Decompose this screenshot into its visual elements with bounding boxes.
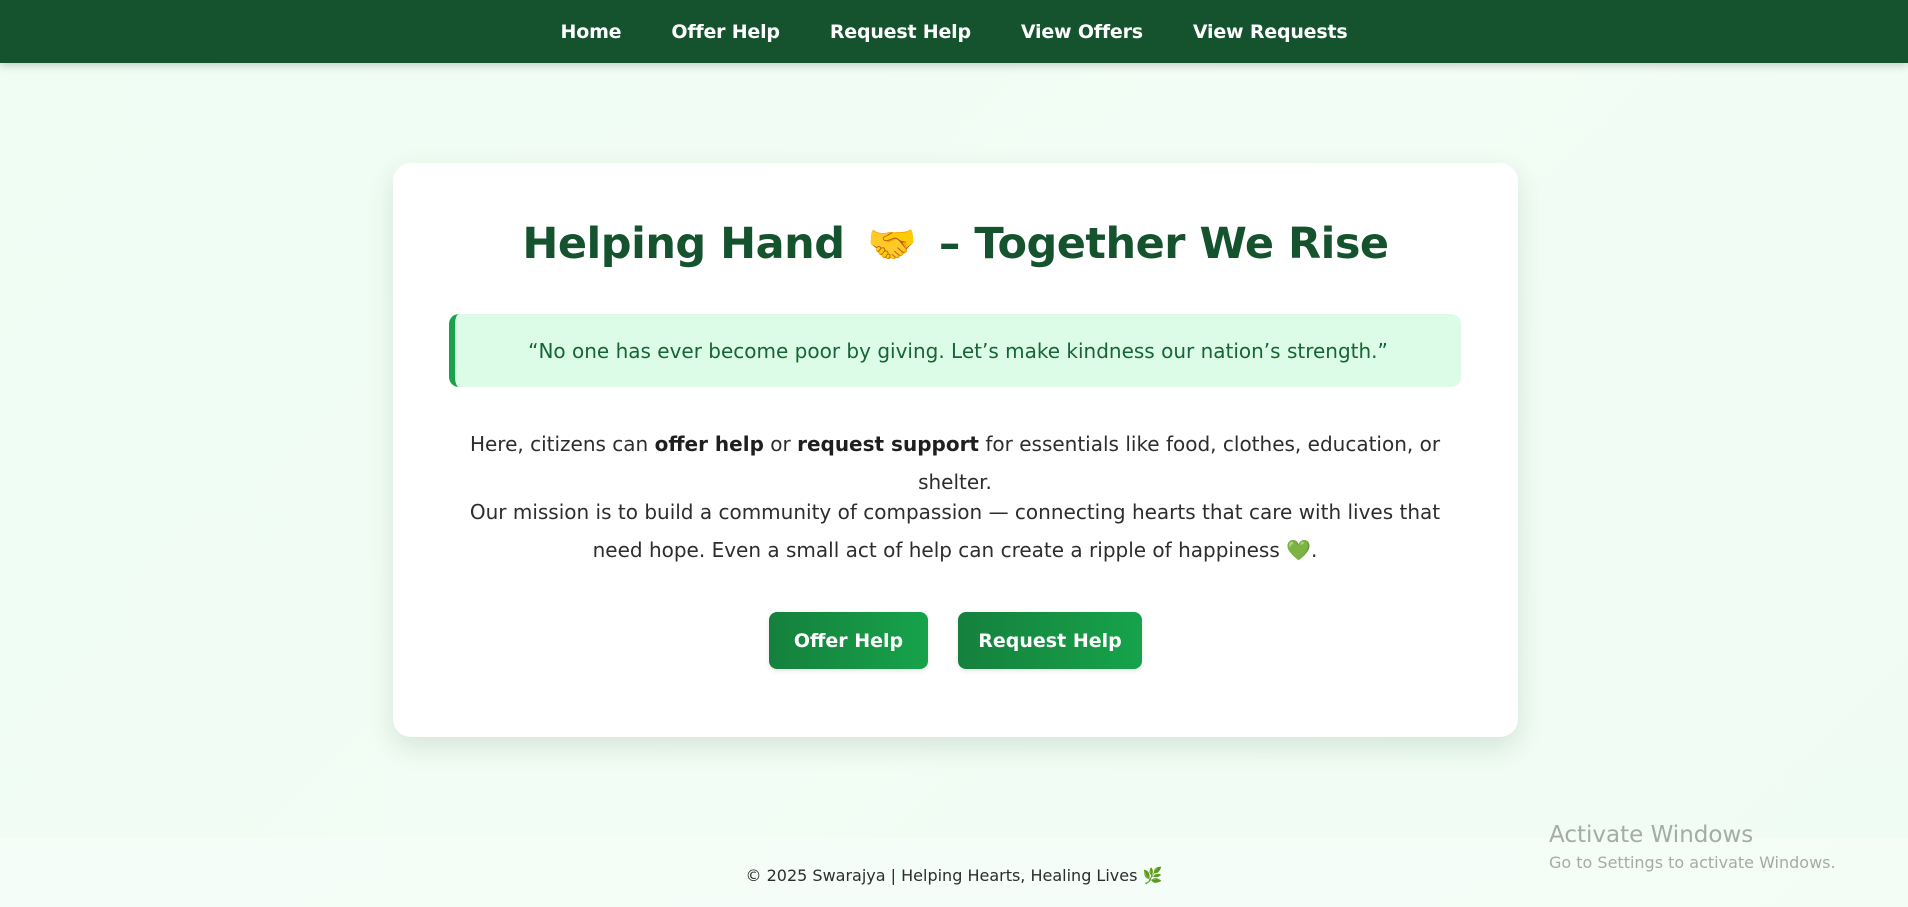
request-help-button[interactable]: Request Help — [958, 612, 1142, 669]
hero-card: Helping Hand 🤝 – Together We Rise “No on… — [393, 163, 1518, 737]
quote-box: “No one has ever become poor by giving. … — [449, 314, 1461, 387]
intro-bold-request: request support — [797, 432, 979, 456]
nav-request-help[interactable]: Request Help — [830, 21, 971, 43]
nav-view-offers[interactable]: View Offers — [1021, 21, 1143, 43]
footer-text: © 2025 Swarajya | Helping Hearts, Healin… — [745, 866, 1138, 885]
nav-home[interactable]: Home — [561, 21, 622, 43]
leaf-icon: 🌿 — [1142, 866, 1163, 885]
green-heart-icon: 💚 — [1286, 538, 1312, 562]
quote-text: “No one has ever become poor by giving. … — [528, 338, 1388, 363]
intro-paragraph: Here, citizens can offer help or request… — [449, 425, 1461, 501]
intro-text-2: or — [763, 432, 798, 456]
intro-text-3: for essentials like food, clothes, educa… — [918, 432, 1441, 494]
offer-help-button[interactable]: Offer Help — [769, 612, 928, 669]
mission-end: . — [1311, 538, 1318, 562]
watermark-subtitle: Go to Settings to activate Windows. — [1549, 853, 1836, 872]
title-left: Helping Hand — [522, 219, 845, 269]
top-navbar: Home Offer Help Request Help View Offers… — [0, 0, 1908, 63]
activate-windows-watermark: Activate Windows Go to Settings to activ… — [1549, 820, 1836, 876]
intro-text-1: Here, citizens can — [469, 432, 655, 456]
nav-view-requests[interactable]: View Requests — [1193, 21, 1348, 43]
title-right: – Together We Rise — [938, 219, 1389, 269]
intro-bold-offer: offer help — [654, 432, 764, 456]
handshake-icon: 🤝 — [867, 222, 917, 268]
mission-paragraph: Our mission is to build a community of c… — [449, 493, 1461, 569]
nav-offer-help[interactable]: Offer Help — [671, 21, 780, 43]
cta-button-row: Offer Help Request Help — [393, 612, 1518, 669]
page-title: Helping Hand 🤝 – Together We Rise — [393, 219, 1518, 269]
watermark-title: Activate Windows — [1549, 822, 1754, 848]
